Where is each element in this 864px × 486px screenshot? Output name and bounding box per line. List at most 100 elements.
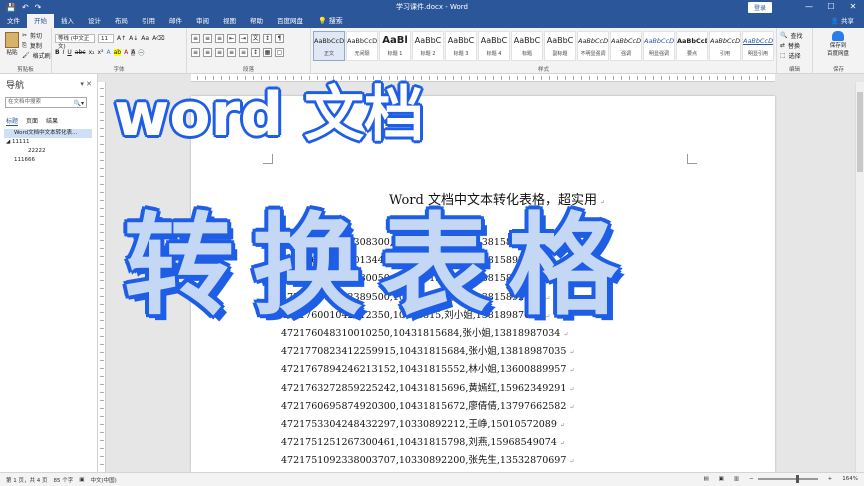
proofing-icon[interactable]: ▣ [79,477,84,483]
align-left-icon[interactable]: ≡ [191,48,200,57]
font-name-select[interactable]: 等线 (中文正文) [55,34,95,50]
shading-icon[interactable]: ▦ [263,48,272,57]
copy-button[interactable]: ⎘ 复制 [22,41,42,51]
highlight-icon[interactable]: ab [113,49,122,56]
save-icon[interactable]: 💾 [6,3,16,12]
save-to-baidu-button[interactable]: 保存到 百度网盘 [817,31,859,57]
style-heading-3[interactable]: AaBbC 标题 3 [445,31,477,61]
zoom-in-icon[interactable]: + [828,476,833,482]
tab-design[interactable]: 设计 [81,14,108,28]
tab-mailings[interactable]: 邮件 [162,14,189,28]
vertical-scrollbar[interactable] [855,82,864,472]
scrollbar-thumb[interactable] [857,92,863,172]
style-heading-2[interactable]: AaBbC 标题 2 [412,31,444,61]
tab-baidu[interactable]: 百度网盘 [270,14,310,28]
style-normal[interactable]: AaBbCcDd 正文 [313,31,345,61]
close-icon[interactable]: ▾ ✕ [80,80,92,88]
signin-button[interactable]: 登录 [747,2,772,13]
zoom-slider[interactable] [757,475,818,483]
style-title[interactable]: AaBbC 标题 [511,31,543,61]
distributed-icon[interactable]: ≡ [239,48,248,57]
tab-help[interactable]: 帮助 [243,14,270,28]
font-color-icon[interactable]: A [124,49,128,56]
vertical-ruler[interactable] [98,82,106,472]
tab-review[interactable]: 审阅 [189,14,216,28]
tab-insert[interactable]: 插入 [54,14,81,28]
heading-item[interactable]: ◢ 11111 [4,138,92,147]
zoom-slider-thumb[interactable] [795,475,799,483]
word-count[interactable]: 85 个字 [54,476,74,484]
nav-tab-headings[interactable]: 标题 [6,116,19,126]
style-intense-quote[interactable]: AaBbCcDd 明显引用 [742,31,774,61]
bullets-icon[interactable]: ≡ [191,34,200,43]
strikethrough-icon[interactable]: abc [75,49,86,56]
zoom-level[interactable]: 164% [842,476,858,482]
italic-icon[interactable]: I [63,49,65,56]
find-button[interactable]: 🔍 查找 [780,31,803,40]
zoom-out-icon[interactable]: − [749,476,754,482]
close-button[interactable]: ✕ [842,0,864,14]
share-button[interactable]: 👤 共享 [831,14,854,28]
format-painter-button[interactable]: 🖌 格式刷 [22,51,51,60]
web-layout-icon[interactable]: ▥ [734,476,739,482]
line-spacing-icon[interactable]: ↕ [251,48,260,57]
multilevel-icon[interactable]: ≡ [215,34,224,43]
subscript-icon[interactable]: x₂ [89,49,95,56]
font-size-select[interactable]: 11 [98,34,114,43]
heading-item[interactable]: Word文档中文本转化表... [4,129,92,138]
tab-file[interactable]: 文件 [0,14,27,28]
page-count[interactable]: 第 1 页，共 4 页 [6,476,48,484]
style-quote[interactable]: AaBbCcDd 引用 [709,31,741,61]
style-intense-emphasis[interactable]: AaBbCcDd 明显强调 [643,31,675,61]
tell-me-search[interactable]: 💡 搜索 [310,16,351,26]
style-strong[interactable]: AaBbCcDd 要点 [676,31,708,61]
style-subtitle[interactable]: AaBbC 副标题 [544,31,576,61]
sort-icon[interactable]: ↕ [263,34,272,43]
justify-icon[interactable]: ≡ [227,48,236,57]
nav-tab-results[interactable]: 结果 [46,116,58,126]
enclose-char-icon[interactable]: ㊀ [138,48,144,57]
tab-layout[interactable]: 布局 [108,14,135,28]
style-no-spacing[interactable]: AaBbCcDd 无间隔 [346,31,378,61]
cut-button[interactable]: ✂ 剪切 [22,31,42,40]
decrease-indent-icon[interactable]: ⇤ [227,34,236,43]
numbering-icon[interactable]: ≡ [203,34,212,43]
nav-search-input[interactable]: 在文档中搜索 🔍▾ [5,97,87,108]
style-heading-4[interactable]: AaBbC 标题 4 [478,31,510,61]
heading-item[interactable]: 111666 [4,156,92,165]
chinese-layout-icon[interactable]: 文 [251,34,260,43]
undo-icon[interactable]: ↶ [22,3,29,12]
show-marks-icon[interactable]: ¶ [275,34,284,43]
grow-font-icon[interactable]: A↑ [117,35,126,42]
bold-icon[interactable]: B [55,49,60,56]
nav-tab-pages[interactable]: 页面 [26,116,38,126]
superscript-icon[interactable]: x² [98,49,104,56]
tab-home[interactable]: 开始 [27,14,54,28]
read-mode-icon[interactable]: ▤ [703,476,708,482]
style-heading-1[interactable]: AaBl 标题 1 [379,31,411,61]
redo-icon[interactable]: ↷ [35,3,42,12]
text-effects-icon[interactable]: A [107,49,111,56]
style-subtle-emphasis[interactable]: AaBbCcDd 不明显强调 [577,31,609,61]
minimize-button[interactable]: — [798,0,820,14]
print-layout-icon[interactable]: ▣ [719,476,724,482]
select-button[interactable]: ⬚ 选择 [780,51,801,60]
tab-references[interactable]: 引用 [135,14,162,28]
shrink-font-icon[interactable]: A↓ [129,35,138,42]
tab-view[interactable]: 视图 [216,14,243,28]
char-shading-icon[interactable]: A [131,49,136,56]
language-indicator[interactable]: 中文(中国) [90,476,116,484]
increase-indent-icon[interactable]: ⇥ [239,34,248,43]
change-case-icon[interactable]: Aa [141,35,149,42]
maximize-button[interactable]: ☐ [820,0,842,14]
borders-icon[interactable]: ▢ [275,48,284,57]
clear-format-icon[interactable]: A⌫ [152,35,165,42]
style-emphasis[interactable]: AaBbCcDd 强调 [610,31,642,61]
align-center-icon[interactable]: ≡ [203,48,212,57]
underline-icon[interactable]: U [67,49,71,56]
search-icon[interactable]: 🔍▾ [74,99,84,108]
paste-button[interactable]: 粘贴 [4,32,20,56]
replace-button[interactable]: ⇄ 替换 [780,41,800,50]
align-right-icon[interactable]: ≡ [215,48,224,57]
heading-item[interactable]: 22222 [4,147,92,156]
